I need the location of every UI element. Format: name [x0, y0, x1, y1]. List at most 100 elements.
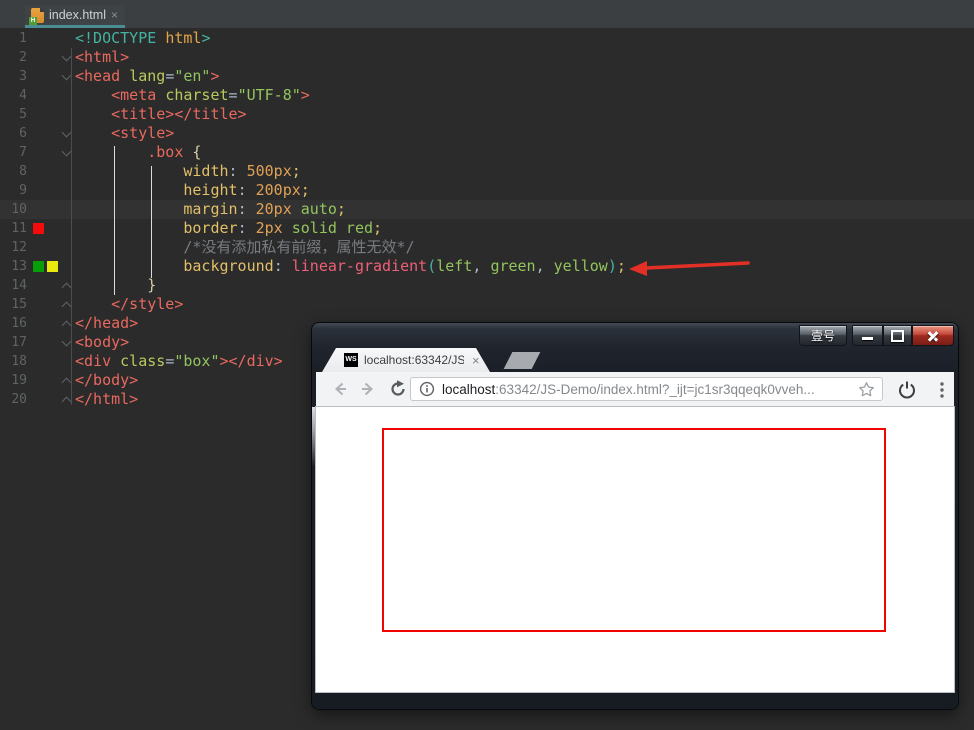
url-path: :63342/JS-Demo/index.html?_ijt=jc1sr3qqe…: [495, 381, 815, 397]
color-preview-chips: [33, 223, 44, 234]
fold-marker-icon[interactable]: [61, 320, 72, 331]
fold-guide-line: [71, 48, 72, 405]
code-text: </style>: [111, 295, 184, 313]
code-line[interactable]: 7 .box {: [0, 143, 974, 162]
code-line[interactable]: 14 }: [0, 276, 974, 295]
code-text: .box {: [147, 143, 202, 161]
forward-button[interactable]: [358, 379, 378, 399]
line-number: 7: [19, 145, 27, 160]
browser-tab-title: localhost:63342/JS-De: [364, 353, 464, 367]
code-text: <title></title>: [111, 105, 247, 123]
maximize-icon: [891, 329, 904, 342]
fold-marker-icon[interactable]: [61, 301, 72, 312]
line-number: 2: [19, 50, 27, 65]
code-line[interactable]: 10 margin: 20px auto;: [0, 200, 974, 219]
color-preview-chips: [33, 261, 58, 272]
editor-tab-close-icon[interactable]: ×: [111, 9, 118, 21]
menu-dots-icon[interactable]: [932, 380, 952, 400]
code-text: margin: 20px auto;: [183, 200, 346, 218]
code-line[interactable]: 2 <html>: [0, 48, 974, 67]
back-button[interactable]: [330, 379, 350, 399]
fold-marker-icon[interactable]: [61, 336, 72, 347]
rendered-box-div: [382, 428, 886, 632]
account-button[interactable]: 壹号: [799, 325, 847, 346]
line-number: 9: [19, 183, 27, 198]
bookmark-star-icon[interactable]: [858, 381, 875, 398]
fold-marker-icon[interactable]: [61, 70, 72, 81]
fold-marker-icon[interactable]: [61, 377, 72, 388]
reload-button[interactable]: [388, 379, 408, 399]
line-number: 6: [19, 126, 27, 141]
code-text: <style>: [111, 124, 175, 142]
code-text: width: 500px;: [183, 162, 301, 180]
code-line[interactable]: 9 height: 200px;: [0, 181, 974, 200]
line-number: 11: [11, 221, 27, 236]
code-text: </head>: [75, 314, 139, 332]
webstorm-favicon: WS: [344, 353, 358, 367]
code-text: <meta charset="UTF-8">: [111, 86, 310, 104]
code-text: height: 200px;: [183, 181, 310, 199]
line-number: 13: [11, 259, 27, 274]
code-line[interactable]: 12 /*没有添加私有前缀，属性无效*/: [0, 238, 974, 257]
code-text: </html>: [75, 390, 139, 408]
line-number: 14: [11, 278, 27, 293]
line-number: 10: [11, 202, 27, 217]
editor-tab-index-html[interactable]: H index.html ×: [25, 5, 125, 28]
line-number: 5: [19, 107, 27, 122]
code-line[interactable]: 11 border: 2px solid red;: [0, 219, 974, 238]
fold-marker-icon[interactable]: [61, 146, 72, 157]
line-number: 12: [11, 240, 27, 255]
code-line[interactable]: 8 width: 500px;: [0, 162, 974, 181]
line-number: 15: [11, 297, 27, 312]
code-line[interactable]: 13 background: linear-gradient(left, gre…: [0, 257, 974, 276]
power-extension-icon[interactable]: [897, 380, 917, 400]
code-text: <head lang="en">: [75, 67, 220, 85]
code-line[interactable]: 5 <title></title>: [0, 105, 974, 124]
indent-guide: [151, 166, 152, 278]
new-tab-button[interactable]: [503, 352, 541, 369]
code-text: border: 2px solid red;: [183, 219, 383, 237]
line-number: 1: [19, 31, 27, 46]
fold-marker-icon[interactable]: [61, 396, 72, 407]
screen: { "colors": { "editor_tab_accent": "#4a8…: [0, 0, 974, 730]
code-line[interactable]: 15 </style>: [0, 295, 974, 314]
line-number: 8: [19, 164, 27, 179]
code-text: <html>: [75, 48, 130, 66]
line-number: 19: [11, 373, 27, 388]
line-number: 17: [11, 335, 27, 350]
browser-tab-close-icon[interactable]: ×: [472, 353, 480, 368]
line-number: 18: [11, 354, 27, 369]
fold-marker-icon[interactable]: [61, 51, 72, 62]
browser-toolbar: localhost:63342/JS-Demo/index.html?_ijt=…: [316, 372, 954, 407]
fold-marker-icon[interactable]: [61, 282, 72, 293]
code-line[interactable]: 1 <!DOCTYPE html>: [0, 29, 974, 48]
maximize-button[interactable]: [883, 325, 912, 346]
code-text: /*没有添加私有前缀，属性无效*/: [183, 238, 415, 256]
minimize-button[interactable]: [852, 325, 883, 346]
code-text: <body>: [75, 333, 130, 351]
address-bar[interactable]: localhost:63342/JS-Demo/index.html?_ijt=…: [410, 377, 883, 401]
code-line[interactable]: 6 <style>: [0, 124, 974, 143]
code-line[interactable]: 4 <meta charset="UTF-8">: [0, 86, 974, 105]
line-number: 3: [19, 69, 27, 84]
code-text: }: [147, 276, 157, 294]
fold-marker-icon[interactable]: [61, 127, 72, 138]
editor-tab-title: index.html: [49, 8, 106, 22]
line-number: 20: [11, 392, 27, 407]
browser-tab[interactable]: WS localhost:63342/JS-De ×: [322, 348, 490, 372]
code-text: <!DOCTYPE html>: [75, 29, 211, 47]
editor-tab-bar: H index.html ×: [0, 0, 974, 28]
line-number: 16: [11, 316, 27, 331]
code-text: </body>: [75, 371, 139, 389]
code-text: <div class="box"></div>: [75, 352, 283, 370]
code-text: background: linear-gradient(left, green,…: [183, 257, 626, 275]
url-text[interactable]: localhost:63342/JS-Demo/index.html?_ijt=…: [442, 382, 815, 397]
close-window-button[interactable]: [912, 325, 954, 346]
indent-guide: [114, 146, 115, 295]
close-icon: [926, 329, 940, 343]
annotation-arrow-icon: [629, 261, 750, 276]
line-number: 4: [19, 88, 27, 103]
code-line[interactable]: 3 <head lang="en">: [0, 67, 974, 86]
browser-window: 壹号 WS localhost:63342/JS-De × localhost:: [312, 323, 958, 709]
info-circle-icon[interactable]: [419, 381, 435, 397]
